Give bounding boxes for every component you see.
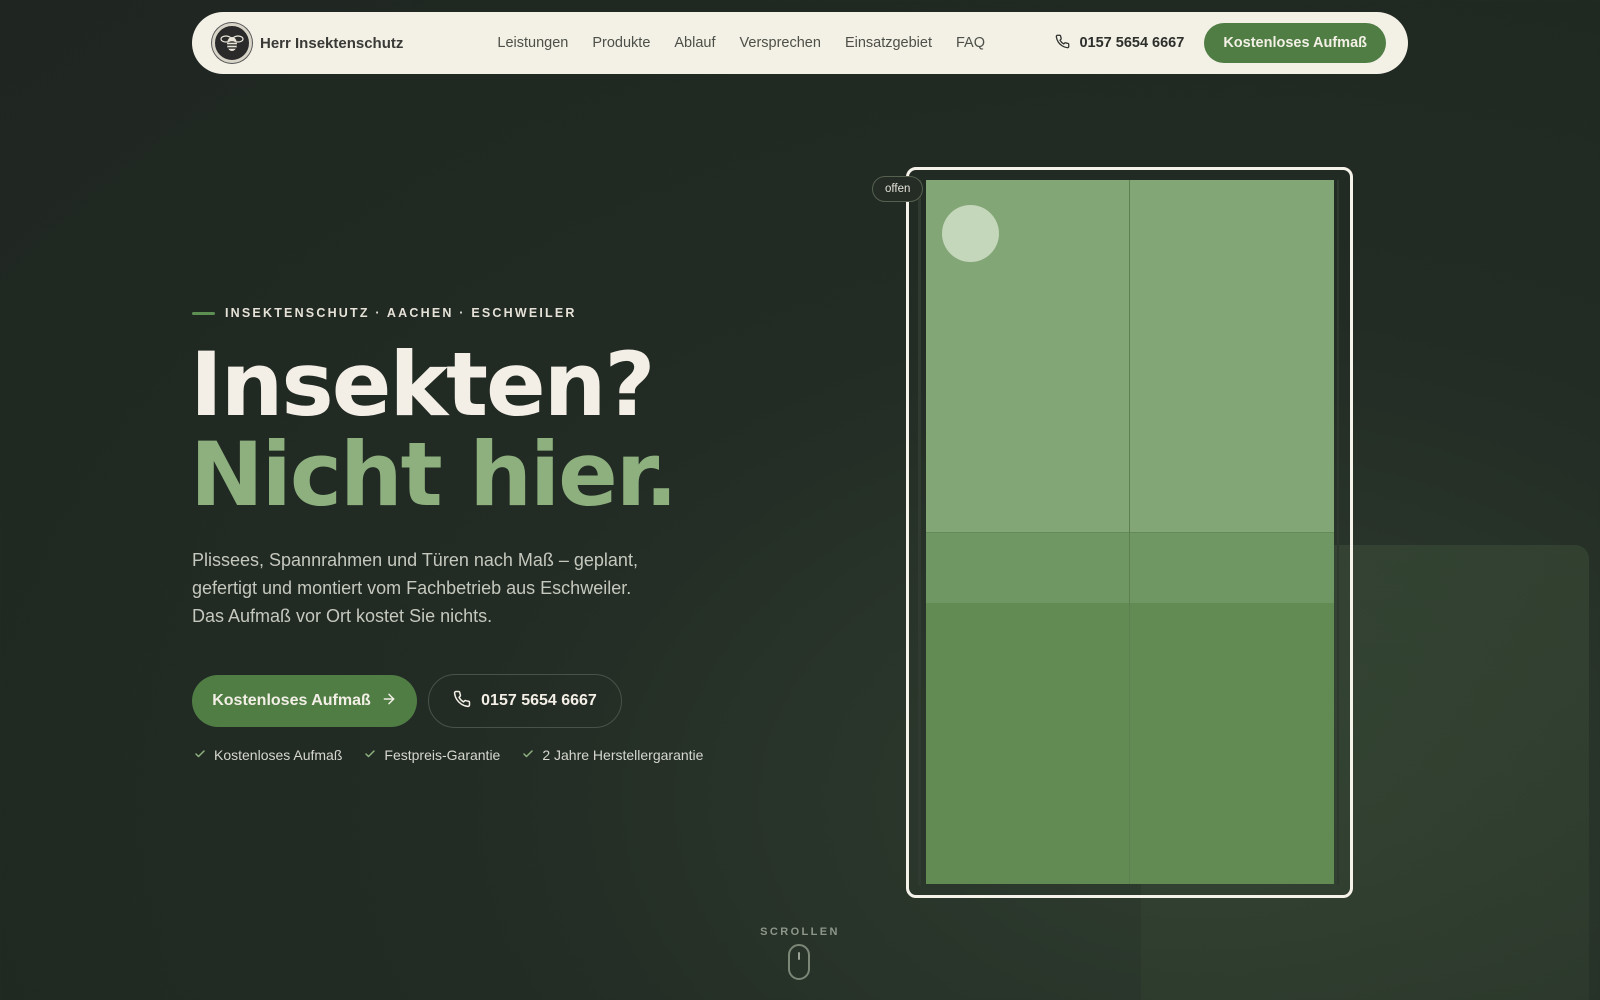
check-icon: [364, 747, 376, 763]
screen-ground: [926, 603, 1334, 884]
mouse-wheel: [798, 952, 800, 960]
eyebrow-text: INSEKTENSCHUTZ · AACHEN · ESCHWEILER: [225, 306, 577, 320]
phone-icon: [1055, 34, 1070, 53]
nav-link-leistungen[interactable]: Leistungen: [497, 35, 568, 51]
hero-phone-button[interactable]: 0157 5654 6667: [428, 674, 622, 728]
hero-title-line2: Nicht hier.: [190, 423, 678, 526]
hero-primary-cta-label: Kostenloses Aufmaß: [212, 692, 371, 709]
check-item: Kostenloses Aufmaß: [194, 747, 342, 763]
check-icon: [522, 747, 534, 763]
sun-shape: [942, 205, 999, 262]
nav-phone-link[interactable]: 0157 5654 6667: [1055, 34, 1184, 53]
window-status-pill: offen: [872, 176, 924, 202]
scroll-label: SCROLLEN: [760, 926, 840, 938]
hero-lead: Plissees, Spannrahmen und Türen nach Maß…: [192, 550, 638, 626]
hero-phone-label: 0157 5654 6667: [481, 692, 597, 709]
check-item-label: Kostenloses Aufmaß: [214, 747, 343, 763]
hero-title: Insekten? Nicht hier.: [190, 333, 678, 526]
scroll-mouse-icon[interactable]: [788, 944, 810, 980]
bee-logo-icon: [212, 23, 252, 63]
nav-link-produkte[interactable]: Produkte: [592, 35, 650, 51]
top-navigation: Herr Insektenschutz Leistungen Produkte …: [192, 12, 1408, 74]
hero-eyebrow: INSEKTENSCHUTZ · AACHEN · ESCHWEILER: [192, 306, 577, 320]
arrow-right-icon: [381, 691, 397, 712]
nav-phone-number: 0157 5654 6667: [1079, 35, 1185, 51]
brand[interactable]: Herr Insektenschutz: [212, 23, 403, 63]
nav-cta-button[interactable]: Kostenloses Aufmaß: [1204, 23, 1386, 63]
nav-link-ablauf[interactable]: Ablauf: [674, 35, 715, 51]
phone-icon: [453, 690, 471, 713]
insect-screen-illustration: [926, 180, 1334, 884]
check-item-label: Festpreis-Garantie: [384, 747, 501, 763]
check-item: Festpreis-Garantie: [364, 747, 500, 763]
hero-checklist: Kostenloses Aufmaß Festpreis-Garantie 2 …: [194, 747, 703, 763]
check-item: 2 Jahre Herstellergarantie: [522, 747, 703, 763]
nav-link-versprechen[interactable]: Versprechen: [740, 35, 821, 51]
nav-link-einsatzgebiet[interactable]: Einsatzgebiet: [845, 35, 932, 51]
screen-divider: [1129, 180, 1130, 884]
nav-links: Leistungen Produkte Ablauf Versprechen E…: [497, 35, 985, 51]
hero-primary-cta[interactable]: Kostenloses Aufmaß: [192, 675, 417, 727]
check-icon: [194, 747, 206, 763]
eyebrow-line: [192, 311, 215, 315]
hero-title-line1: Insekten?: [190, 333, 655, 436]
nav-link-faq[interactable]: FAQ: [956, 35, 985, 51]
window-rail-left: [918, 180, 921, 885]
brand-name: Herr Insektenschutz: [260, 34, 404, 52]
screen-horizon: [926, 532, 1334, 603]
window-rail-right: [1337, 180, 1339, 885]
check-item-label: 2 Jahre Herstellergarantie: [542, 747, 704, 763]
